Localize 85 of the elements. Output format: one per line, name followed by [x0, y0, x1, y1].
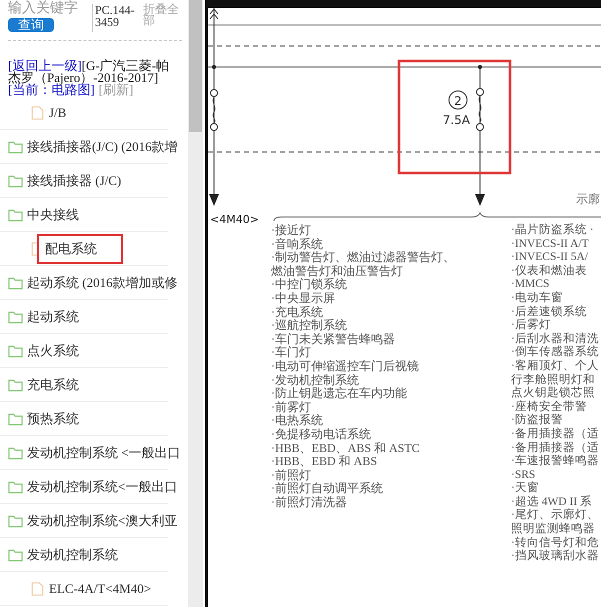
scrollbar[interactable]	[188, 0, 203, 607]
document-icon	[30, 582, 45, 596]
circuit-item: ·接近灯	[271, 224, 312, 238]
circuit-item: ·车速报警蜂鸣器	[511, 455, 600, 469]
folder-icon	[8, 412, 23, 426]
circuit-item: ·中控门锁系统	[271, 278, 348, 292]
folder-icon	[8, 446, 23, 460]
tree-item[interactable]: 配电系统	[37, 234, 123, 264]
circuit-item: ·客厢顶灯、个人	[511, 360, 600, 374]
circuit-item: ·尾灯、示廓灯、	[511, 509, 600, 522]
circuit-item: ·后刮水器和清洗	[511, 332, 600, 345]
circuit-item: ·前照灯	[271, 468, 312, 482]
breadcrumb-text: [返回上一级][G-广汽三菱-帕杰罗（Pajero）-2016-2017]	[8, 60, 170, 84]
circuit-item: 点火钥匙锁芯照	[511, 387, 596, 400]
circuit-item: ·HBB、EBD、ABS 和 ASTC	[271, 442, 421, 455]
tree-item[interactable]: 发动机控制系统<澳大利亚	[27, 512, 178, 530]
search-button[interactable]: 查询	[8, 18, 54, 32]
circuit-item: ·车门灯	[271, 346, 312, 360]
folder-icon	[8, 208, 23, 222]
scrollbar-thumb[interactable]	[189, 0, 202, 132]
circuit-item: ·前照灯自动调平系统	[271, 482, 384, 496]
circuit-item: ·电热系统	[271, 414, 324, 428]
tree-item[interactable]: ELC-4A/T<4M40>	[49, 580, 152, 596]
circuit-item: ·INVECS-II A/T	[511, 238, 590, 252]
circuit-item: 燃油警告灯和油压警告灯	[271, 264, 404, 278]
circuit-item: 照明监测蜂鸣器	[511, 523, 596, 536]
tree-item[interactable]: 充电系统	[27, 376, 79, 394]
circuit-item: ·倒车传感器系统	[511, 346, 600, 359]
tree-item[interactable]: 起动系统 (2016款增加或修	[27, 274, 178, 292]
folder-icon	[8, 480, 23, 494]
tree-item[interactable]: 起动系统	[27, 308, 79, 326]
tree-item[interactable]: 中央接线	[27, 206, 79, 224]
circuit-item: ·备用插接器（适	[511, 442, 600, 454]
circuit-item: 行李舱照明灯和	[511, 374, 596, 386]
circuit-item: ·电动车窗	[511, 292, 563, 306]
circuit-item: ·防止钥匙遗忘在车内功能	[271, 387, 408, 401]
fuse-number: 2	[454, 94, 462, 108]
folder-icon	[8, 514, 23, 528]
circuit-item: ·巡航控制系统	[271, 319, 348, 333]
circuit-item: ·后差速锁系统	[511, 306, 588, 318]
folder-icon	[8, 344, 23, 358]
circuit-item: ·充电系统	[271, 306, 324, 319]
circuit-item: ·后雾灯	[511, 319, 552, 332]
circuit-item: ·仪表和燃油表	[511, 264, 588, 278]
circuit-item: ·HBB、EBD 和 ABS	[271, 455, 378, 469]
tree-item[interactable]: 接线插接器 (J/C)	[27, 172, 122, 190]
tree-item[interactable]: 接线插接器(J/C) (2016款增	[27, 138, 178, 156]
folder-icon	[8, 140, 23, 154]
circuit-item: ·制动警告灯、燃油过滤器警告灯、	[271, 251, 456, 265]
tree-item[interactable]: 预热系统	[27, 410, 79, 428]
circuit-item: ·转向信号灯和危	[511, 536, 600, 549]
tree-item[interactable]: 发动机控制系统<一般出口	[27, 478, 178, 496]
circuit-item: ·中央显示屏	[271, 292, 336, 306]
circuit-item: ·电动可伸缩遥控车门后视镜	[271, 360, 420, 374]
document-icon	[30, 106, 45, 120]
circuit-item: ·免提移动电话系统	[271, 428, 372, 442]
tree-item[interactable]: J/B	[49, 104, 66, 120]
circuit-item: ·车门未关紧警告蜂鸣器	[271, 332, 396, 346]
circuit-item: ·前雾灯	[271, 400, 312, 414]
tree-item[interactable]: 发动机控制系统	[27, 546, 118, 564]
circuit-item: ·挡风玻璃刮水器	[511, 550, 600, 564]
back-link[interactable]: [返回上一级]	[8, 58, 82, 73]
circuit-item: ·MMCS	[511, 278, 550, 292]
tree-item[interactable]: 点火系统	[27, 342, 79, 360]
circuit-item: ·座椅安全带警	[511, 400, 588, 414]
circuit-item: ·发动机控制系统	[271, 374, 360, 387]
engine-tag: <4M40>	[210, 213, 259, 224]
circuit-item: ·防盗报警	[511, 414, 564, 428]
circuit-item: ·音响系统	[271, 238, 324, 251]
circuit-item: ·天窗	[511, 482, 540, 496]
code-text: PC.144-3459	[92, 4, 139, 32]
folder-icon	[8, 378, 23, 392]
circuit-item: ·前照灯清洗器	[271, 496, 348, 510]
circuit-item: ·超选 4WD II 系	[511, 496, 594, 508]
folder-icon	[8, 310, 23, 324]
circuit-item: ·备用插接器（适	[511, 428, 600, 442]
diagram-label: 示廓	[576, 192, 600, 206]
folder-icon	[8, 276, 23, 290]
circuit-item: ·晶片防盗系统 ·	[511, 224, 595, 238]
tree-item[interactable]: 发动机控制系统 <一般出口	[27, 444, 181, 462]
folder-icon	[8, 174, 23, 188]
circuit-item: ·INVECS-II 5A/	[511, 251, 589, 264]
fuse-rating: 7.5A	[442, 113, 470, 127]
circuit-item: ·SRS	[511, 468, 536, 481]
folder-icon	[8, 548, 23, 562]
